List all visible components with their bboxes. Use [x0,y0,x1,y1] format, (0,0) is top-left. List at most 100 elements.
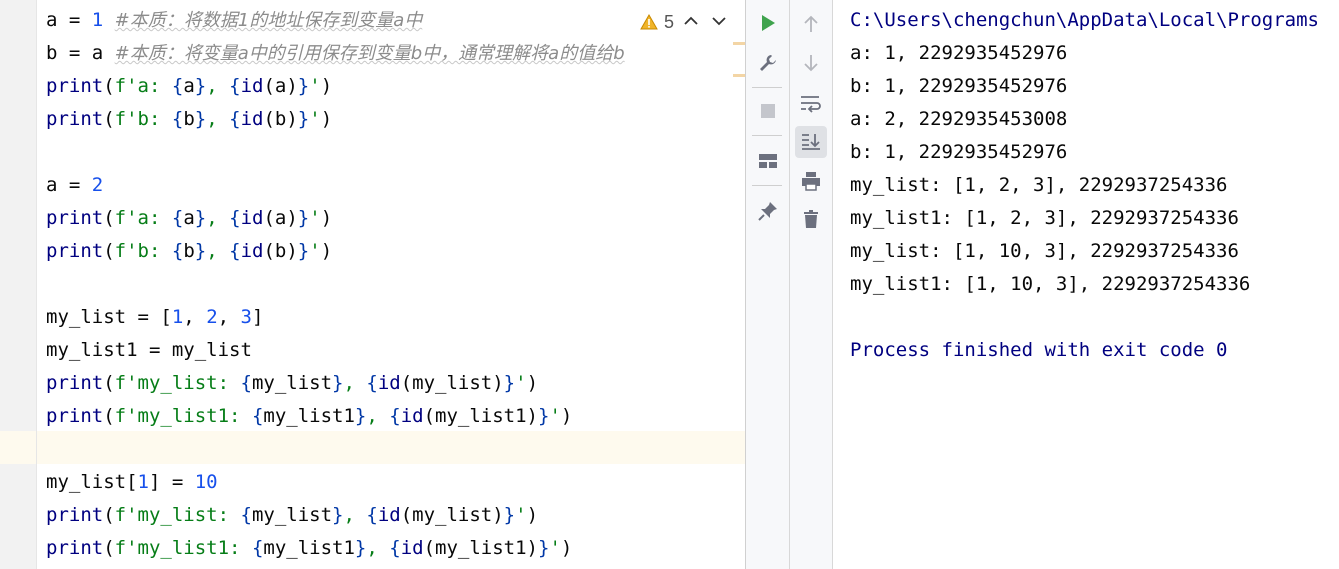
code-line[interactable]: print(f'my_list: {my_list}, {id(my_list)… [46,367,538,400]
code-token: id [400,537,424,559]
run-icon[interactable] [752,7,784,39]
code-line[interactable]: print(f'a: {a}, {id(a)}') [46,202,332,235]
code-token: id [240,207,264,229]
code-token: a [183,207,195,229]
output-line: my_list: [1, 2, 3], 2292937254336 [850,174,1228,196]
trash-icon[interactable] [795,203,827,235]
code-token: , [206,108,230,130]
code-token: 3 [240,306,252,328]
code-token: print [46,537,104,559]
code-token: print [46,75,104,97]
code-token: print [46,108,104,130]
code-token: { [366,504,378,526]
code-line[interactable]: print(f'my_list1: {my_list1}, {id(my_lis… [46,532,572,565]
code-token: (my_list) [400,372,504,394]
code-line[interactable]: my_list = [1, 2, 3] [46,301,263,334]
code-line[interactable]: print(f'a: {a}, {id(a)}') [46,70,332,103]
code-token: ( [103,240,115,262]
output-line: b: 1, 2292935452976 [850,141,1068,163]
code-token: my_list = [ [46,306,172,328]
code-token: id [240,108,264,130]
code-line[interactable]: my_list[1] = 10 [46,466,218,499]
code-token: ' [515,372,527,394]
inspection-widget[interactable]: 5 [640,10,731,34]
code-token: print [46,240,104,262]
code-token: print [46,504,104,526]
code-token: } [194,75,207,97]
code-token: f'a: [114,75,172,97]
output-line: my_list: [1, 10, 3], 2292937254336 [850,240,1239,262]
code-line[interactable]: my_list1 = my_list [46,334,252,367]
code-line[interactable]: b = a #本质：将变量a中的引用保存到变量b中，通常理解将a的值给b [46,37,625,70]
print-icon[interactable] [795,165,827,197]
code-token: 1 [171,306,184,328]
code-token: } [503,504,516,526]
code-token: my_list[ [46,471,138,493]
chevron-down-icon[interactable] [708,13,730,31]
code-line[interactable]: print(f'my_list: {my_list}, {id(my_list)… [46,499,538,532]
code-line[interactable]: a = 2 [46,169,103,202]
editor-gutter[interactable] [0,0,36,569]
code-token: ) [320,207,333,229]
code-token: ( [103,75,115,97]
code-token: 2 [91,174,104,196]
up-arrow-icon[interactable] [795,8,827,40]
code-token: , [183,306,207,328]
code-token: { [251,537,264,559]
run-console-output[interactable]: C:\Users\chengchun\AppData\Local\Program… [833,0,1339,569]
code-token: { [251,405,264,427]
pin-icon[interactable] [752,195,784,227]
code-line[interactable]: print(f'b: {b}, {id(b)}') [46,103,332,136]
code-token: ' [309,108,321,130]
layout-icon[interactable] [752,145,784,177]
code-token: 1 [137,471,149,493]
output-line: my_list1: [1, 2, 3], 2292937254336 [850,207,1239,229]
code-token: } [194,207,207,229]
code-token: { [229,207,241,229]
warning-triangle-icon[interactable] [640,14,658,30]
code-token: id [240,75,264,97]
code-token: } [297,75,310,97]
output-line: b: 1, 2292935452976 [850,75,1068,97]
code-token: { [240,504,252,526]
code-token: } [354,537,367,559]
wrench-icon[interactable] [752,47,784,79]
code-token: } [297,240,310,262]
code-token: ) [526,504,539,526]
code-token: 2 [206,306,218,328]
code-token: a [183,75,195,97]
stop-icon[interactable] [752,95,784,127]
code-token: f'my_list: [114,372,241,394]
error-stripe-mark[interactable] [733,74,745,77]
code-token: ) [560,405,573,427]
code-token: a = [46,174,92,196]
down-arrow-icon[interactable] [795,47,827,79]
code-line[interactable]: a = 1 #本质：将数据1的地址保存到变量a中 [46,4,422,37]
warning-count[interactable]: 5 [664,12,674,33]
code-token: ' [515,504,527,526]
code-token: 10 [194,471,218,493]
error-stripe-mark[interactable] [733,42,745,45]
code-token: f'my_list1: [114,405,252,427]
code-token: ( [103,372,115,394]
code-token: (a) [263,207,298,229]
interpreter-path: C:\Users\chengchun\AppData\Local\Program… [850,9,1319,31]
code-comment: #本质：将数据1的地址保存到变量a中 [114,10,423,31]
code-token: ] = [148,471,195,493]
output-line: a: 1, 2292935452976 [850,42,1068,64]
chevron-up-icon[interactable] [680,13,702,31]
code-token: ' [309,240,321,262]
code-token: ' [549,537,561,559]
code-editor[interactable]: a = 1 #本质：将数据1的地址保存到变量a中 b = a #本质：将变量a中的… [37,0,745,569]
soft-wrap-icon[interactable] [795,88,827,120]
code-line[interactable]: print(f'my_list1: {my_list1}, {id(my_lis… [46,400,572,433]
code-token: { [240,372,252,394]
code-token: (my_list1) [423,405,538,427]
scroll-to-end-icon[interactable] [795,126,827,158]
code-token: print [46,405,104,427]
code-token: { [389,405,401,427]
code-token: } [332,504,344,526]
code-token: my_list [251,372,333,394]
code-line[interactable]: print(f'b: {b}, {id(b)}') [46,235,332,268]
code-token: ] [251,306,264,328]
